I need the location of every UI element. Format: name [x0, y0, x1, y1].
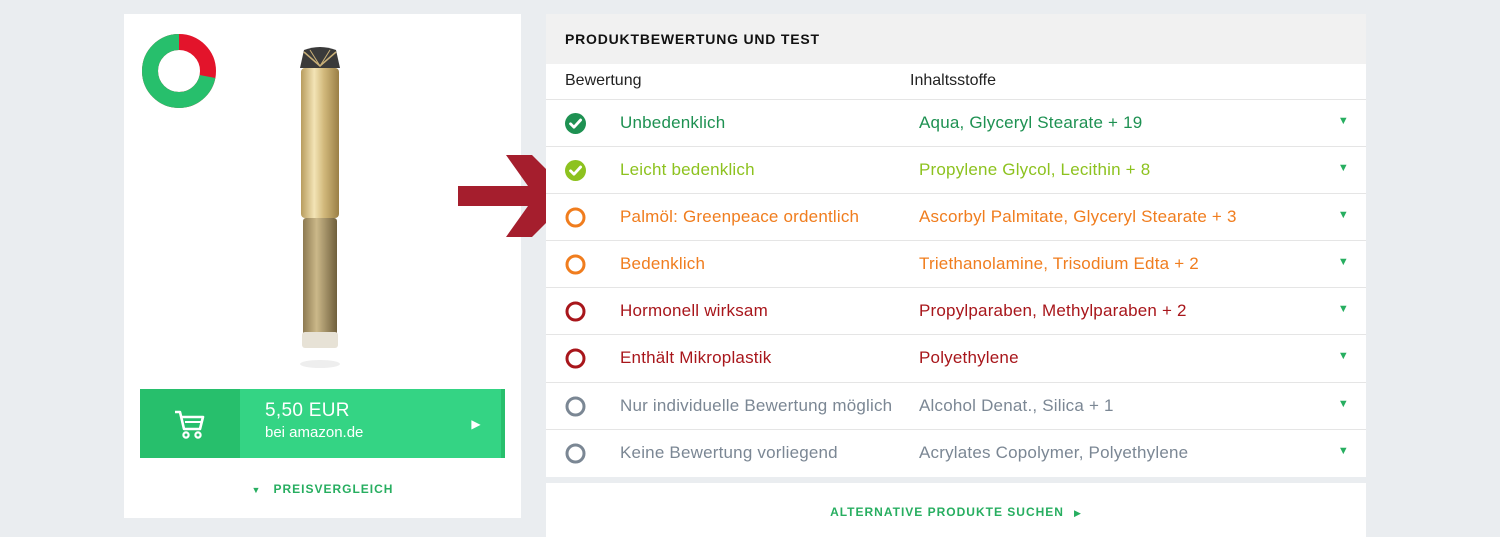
col-ingredients: Inhaltsstoffe	[910, 72, 996, 89]
expand-icon[interactable]: ▼	[1338, 162, 1349, 174]
score-donut	[142, 34, 216, 108]
alternative-label: ALTERNATIVE PRODUKTE SUCHEN	[830, 505, 1064, 519]
ingredients: Alcohol Denat., Silica + 1	[919, 395, 1114, 415]
ring-icon	[565, 348, 586, 369]
product-card: 5,50 EUR bei amazon.de ▶ ▼ PREISVERGLEICH	[124, 14, 521, 518]
ring-icon	[565, 254, 586, 275]
expand-icon[interactable]: ▼	[1338, 115, 1349, 127]
ingredients: Triethanolamine, Trisodium Edta + 2	[919, 254, 1199, 274]
ring-icon	[565, 301, 586, 322]
rating-label: Leicht bedenklich	[620, 160, 755, 180]
rating-row[interactable]: Leicht bedenklich Propylene Glycol, Lecit…	[546, 147, 1366, 195]
rating-label: Nur individuelle Bewertung möglich	[620, 395, 893, 415]
ingredients: Ascorbyl Palmitate, Glyceryl Stearate + …	[919, 207, 1237, 227]
expand-icon[interactable]: ▼	[1338, 209, 1349, 221]
ingredients: Acrylates Copolymer, Polyethylene	[919, 442, 1189, 462]
rating-row[interactable]: Unbedenklich Aqua, Glyceryl Stearate + 19…	[546, 100, 1366, 148]
ring-icon	[565, 207, 586, 228]
price-compare-link[interactable]: ▼ PREISVERGLEICH	[124, 482, 521, 496]
check-icon	[565, 113, 586, 134]
check-icon	[565, 160, 586, 182]
rating-label: Keine Bewertung vorliegend	[620, 442, 838, 462]
rating-row[interactable]: Enthält Mikroplastik Polyethylene ▼	[546, 335, 1366, 383]
triangle-down-icon: ▼	[251, 485, 262, 495]
rating-label: Hormonell wirksam	[620, 301, 768, 321]
buy-button[interactable]: 5,50 EUR bei amazon.de ▶	[140, 389, 505, 458]
rating-label: Enthält Mikroplastik	[620, 348, 772, 368]
ring-icon	[565, 396, 586, 417]
play-icon: ▶	[471, 416, 481, 431]
alternative-products-link[interactable]: ALTERNATIVE PRODUKTE SUCHEN ▶	[546, 483, 1366, 537]
rating-row[interactable]: Hormonell wirksam Propylparaben, Methylpa…	[546, 288, 1366, 336]
rating-row[interactable]: Keine Bewertung vorliegend Acrylates Copo…	[546, 430, 1366, 477]
ingredients: Propylparaben, Methylparaben + 2	[919, 301, 1187, 321]
rating-label: Palmöl: Greenpeace ordentlich	[620, 207, 860, 227]
rating-rows: Unbedenklich Aqua, Glyceryl Stearate + 19…	[546, 100, 1366, 477]
ingredients: Propylene Glycol, Lecithin + 8	[919, 160, 1151, 180]
expand-icon[interactable]: ▼	[1338, 256, 1349, 268]
cart-icon	[140, 389, 240, 458]
rating-panel: PRODUKTBEWERTUNG UND TEST Bewertung Inha…	[546, 14, 1366, 477]
triangle-right-icon: ▶	[1073, 508, 1082, 518]
price: 5,50 EUR	[265, 400, 350, 421]
ring-icon	[565, 443, 586, 464]
rating-row[interactable]: Nur individuelle Bewertung möglich Alcoho…	[546, 383, 1366, 430]
col-rating: Bewertung	[565, 72, 642, 89]
rating-title: PRODUKTBEWERTUNG UND TEST	[546, 14, 1366, 64]
rating-row[interactable]: Bedenklich Triethanolamine, Trisodium Edt…	[546, 241, 1366, 289]
expand-icon[interactable]: ▼	[1338, 445, 1349, 457]
rating-row[interactable]: Palmöl: Greenpeace ordentlich Ascorbyl Pa…	[546, 194, 1366, 242]
ingredients: Aqua, Glyceryl Stearate + 19	[919, 113, 1143, 132]
price-source: bei amazon.de	[265, 424, 364, 441]
product-image[interactable]	[294, 46, 346, 376]
expand-icon[interactable]: ▼	[1338, 398, 1349, 410]
price-compare-label: PREISVERGLEICH	[273, 482, 394, 496]
expand-icon[interactable]: ▼	[1338, 350, 1349, 362]
ingredients: Polyethylene	[919, 348, 1019, 368]
rating-label: Bedenklich	[620, 254, 706, 274]
expand-icon[interactable]: ▼	[1338, 303, 1349, 315]
rating-label: Unbedenklich	[620, 113, 726, 132]
column-headers: Bewertung Inhaltsstoffe	[546, 64, 1366, 100]
